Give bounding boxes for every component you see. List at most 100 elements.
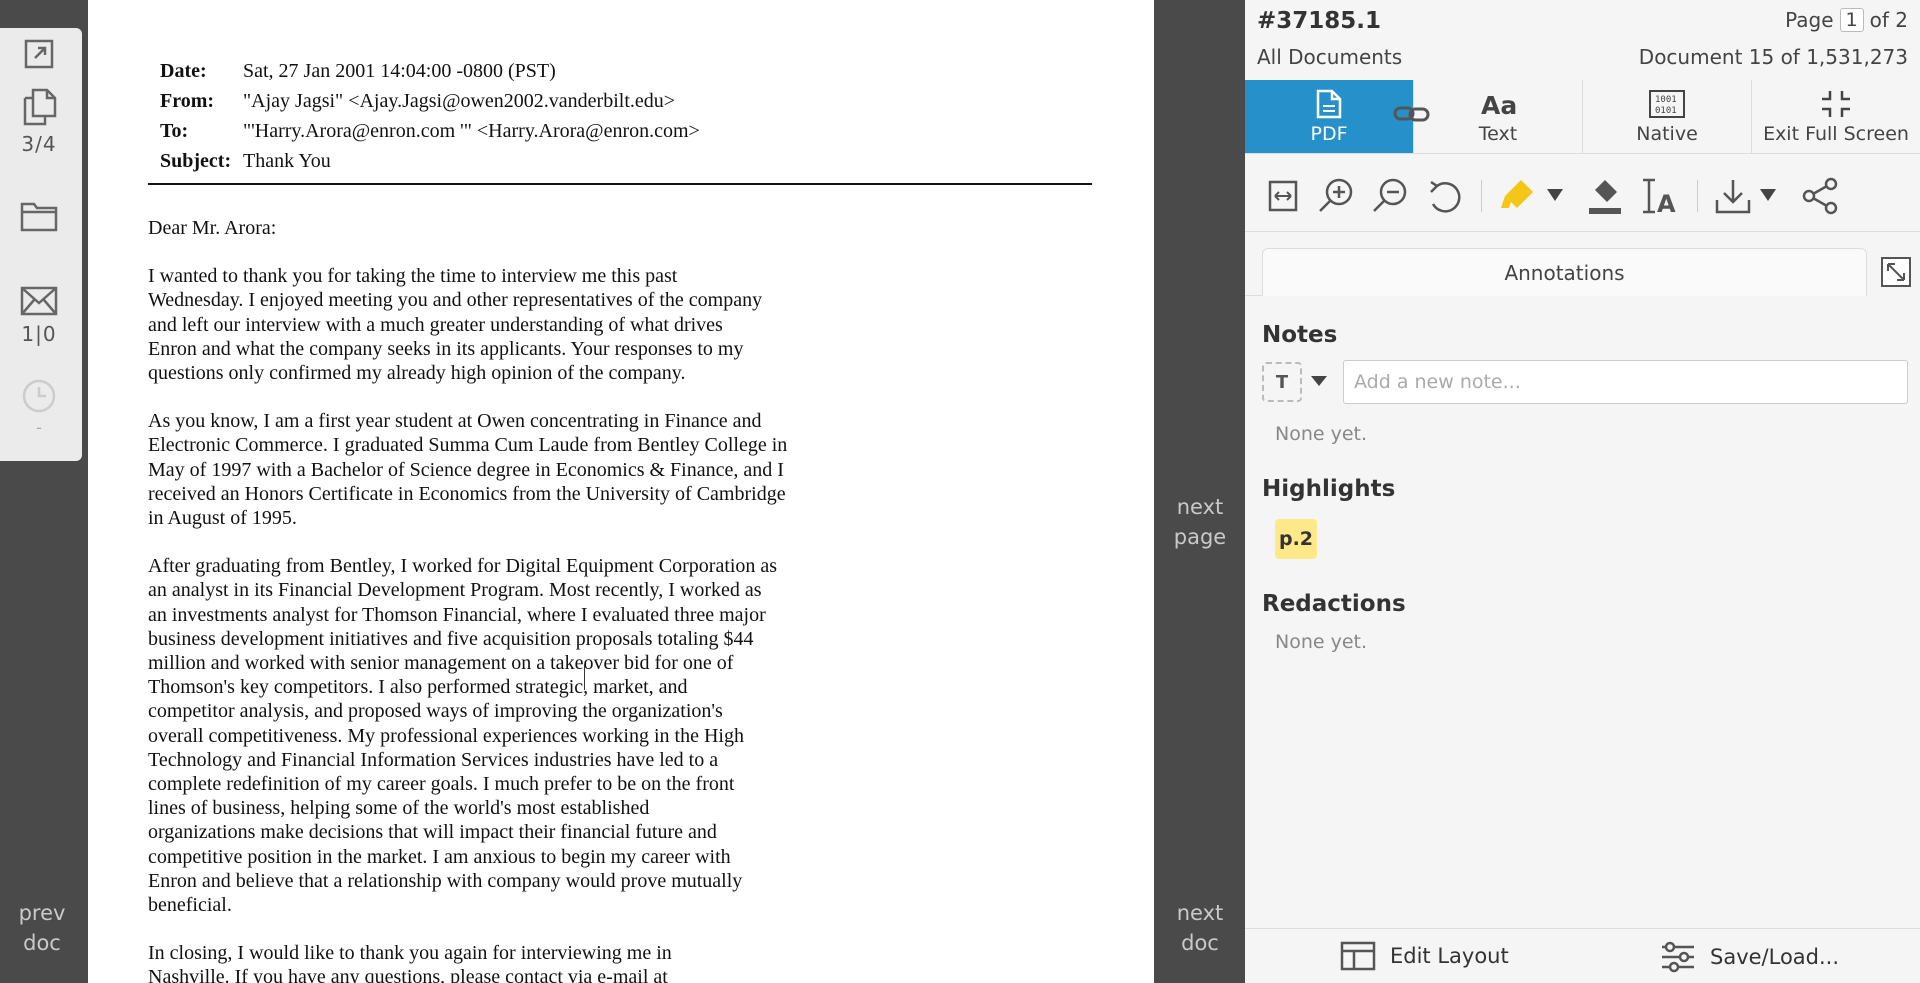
highlight-badge[interactable]: p.2 xyxy=(1275,519,1317,559)
annotations-tab-line xyxy=(1245,295,1262,296)
folder-icon xyxy=(20,202,58,232)
tab-text-label: Text xyxy=(1478,122,1518,145)
email-to-row: To: "'Harry.Arora@enron.com '" <Harry.Ar… xyxy=(160,116,700,146)
edit-layout-label: Edit Layout xyxy=(1390,944,1509,968)
clock-icon xyxy=(22,379,56,413)
download-icon[interactable] xyxy=(1713,176,1753,216)
tab-exit-label: Exit Full Screen xyxy=(1763,122,1909,145)
highlighter-icon[interactable] xyxy=(1499,176,1539,216)
body-paragraph: In closing, I would like to thank you ag… xyxy=(148,942,672,983)
to-value: "'Harry.Arora@enron.com '" <Harry.Arora@… xyxy=(243,120,700,142)
sliders-icon xyxy=(1662,941,1694,973)
to-label: To: xyxy=(160,120,189,142)
email-date-row: Date: Sat, 27 Jan 2001 14:04:00 -0800 (P… xyxy=(160,56,700,86)
envelope-icon xyxy=(20,286,58,316)
left-gutter: 3/4 1|0 - prev doc xyxy=(0,0,88,983)
from-value: "Ajay Jagsi" <Ajay.Jagsi@owen2002.vander… xyxy=(243,90,676,112)
svg-text:Aa: Aa xyxy=(1481,91,1516,119)
save-load-button[interactable]: Save/Load... xyxy=(1660,941,1839,973)
document-page: Date: Sat, 27 Jan 2001 14:04:00 -0800 (P… xyxy=(88,0,1154,983)
redaction-tool-icon[interactable] xyxy=(1585,176,1625,216)
popout-button[interactable] xyxy=(0,38,78,70)
bottom-bar: Edit Layout Save/Load... xyxy=(1245,928,1920,983)
redactions-title: Redactions xyxy=(1262,591,1406,617)
tab-native-label: Native xyxy=(1636,122,1698,145)
date-label: Date: xyxy=(160,60,207,82)
document-position: Document 15 of 1,531,273 xyxy=(1638,45,1908,69)
edit-layout-button[interactable]: Edit Layout xyxy=(1340,941,1509,971)
tool-row: A xyxy=(1245,160,1920,232)
note-type-dropdown-icon[interactable] xyxy=(1311,376,1327,386)
highlights-title: Highlights xyxy=(1262,476,1396,502)
text-aa-icon: Aa xyxy=(1481,91,1516,119)
notes-empty: None yet. xyxy=(1275,423,1368,445)
layout-icon xyxy=(1340,941,1376,971)
share-icon[interactable] xyxy=(1801,176,1841,216)
history-button[interactable]: - xyxy=(0,378,78,437)
pages-icon xyxy=(23,88,57,126)
middle-gutter: next page next doc xyxy=(1154,0,1245,983)
save-load-label: Save/Load... xyxy=(1710,945,1840,969)
from-label: From: xyxy=(160,90,215,112)
right-panel: #37185.1 All Documents Page 1 of 2 Docum… xyxy=(1245,0,1920,983)
note-type-selector[interactable]: T xyxy=(1262,362,1302,402)
rotate-icon[interactable] xyxy=(1425,176,1465,216)
tab-pdf-label: PDF xyxy=(1310,122,1348,145)
prev-doc-link[interactable]: prev doc xyxy=(10,898,74,958)
document-id: #37185.1 xyxy=(1257,8,1382,34)
email-body[interactable]: Dear Mr. Arora: I wanted to thank you fo… xyxy=(148,216,868,983)
messages-button[interactable]: 1|0 xyxy=(0,286,78,346)
page-total: of 2 xyxy=(1869,8,1908,32)
date-value: Sat, 27 Jan 2001 14:04:00 -0800 (PST) xyxy=(243,60,556,82)
add-note-input[interactable] xyxy=(1343,360,1908,404)
svg-text:1001: 1001 xyxy=(1655,95,1677,105)
compress-icon xyxy=(1822,90,1850,117)
page-label: Page xyxy=(1785,8,1834,32)
messages-count: 1|0 xyxy=(21,322,57,346)
redactions-empty: None yet. xyxy=(1275,631,1368,653)
folder-button[interactable] xyxy=(0,200,78,232)
binary-file-icon: 1001 0101 xyxy=(1649,89,1685,118)
zoom-in-icon[interactable] xyxy=(1317,176,1357,216)
page-navigator: Page 1 of 2 xyxy=(1785,8,1908,32)
pages-button[interactable]: 3/4 xyxy=(0,88,78,156)
document-set[interactable]: All Documents xyxy=(1257,45,1402,69)
body-paragraph: After graduating from Bentley, I worked … xyxy=(148,555,778,917)
link-icon[interactable] xyxy=(1392,100,1432,128)
pages-count: 3/4 xyxy=(21,132,57,156)
subject-value: Thank You xyxy=(243,150,331,172)
next-page-link[interactable]: next page xyxy=(1167,492,1233,552)
expand-icon[interactable] xyxy=(1880,256,1912,288)
view-tabs: PDF Aa Text 1001 0101 Native Exit Full S… xyxy=(1245,80,1920,154)
notes-title: Notes xyxy=(1262,322,1338,348)
history-count: - xyxy=(36,418,42,437)
email-from-row: From: "Ajay Jagsi" <Ajay.Jagsi@owen2002.… xyxy=(160,86,700,116)
zoom-out-icon[interactable] xyxy=(1371,176,1411,216)
left-toolbar: 3/4 1|0 - xyxy=(0,28,82,461)
download-dropdown-icon[interactable] xyxy=(1759,188,1777,202)
email-header: Date: Sat, 27 Jan 2001 14:04:00 -0800 (P… xyxy=(160,56,700,176)
fit-width-icon[interactable] xyxy=(1267,176,1299,216)
exit-fullscreen-button[interactable]: Exit Full Screen xyxy=(1752,80,1920,153)
email-subject-row: Subject: Thank You xyxy=(160,146,700,176)
tool-separator xyxy=(1697,180,1698,212)
highlighter-dropdown-icon[interactable] xyxy=(1546,188,1564,202)
pdf-file-icon xyxy=(1316,89,1342,118)
popout-icon xyxy=(24,39,54,69)
tool-separator xyxy=(1481,180,1482,212)
body-paragraph: Dear Mr. Arora: xyxy=(148,217,277,239)
next-doc-link[interactable]: next doc xyxy=(1167,898,1233,958)
tab-text[interactable]: Aa Text xyxy=(1414,80,1583,153)
text-select-icon[interactable]: A xyxy=(1639,176,1683,216)
svg-text:0101: 0101 xyxy=(1655,106,1677,116)
subject-label: Subject: xyxy=(160,150,232,172)
tab-native[interactable]: 1001 0101 Native xyxy=(1583,80,1752,153)
tab-annotations[interactable]: Annotations xyxy=(1262,248,1867,296)
header-divider xyxy=(148,183,1092,185)
page-number-input[interactable]: 1 xyxy=(1839,8,1864,32)
body-paragraph: I wanted to thank you for taking the tim… xyxy=(148,265,763,385)
svg-text:A: A xyxy=(1657,190,1676,216)
text-cursor xyxy=(584,664,585,690)
tab-pdf[interactable]: PDF xyxy=(1245,80,1414,153)
body-paragraph: As you know, I am a first year student a… xyxy=(148,410,788,530)
